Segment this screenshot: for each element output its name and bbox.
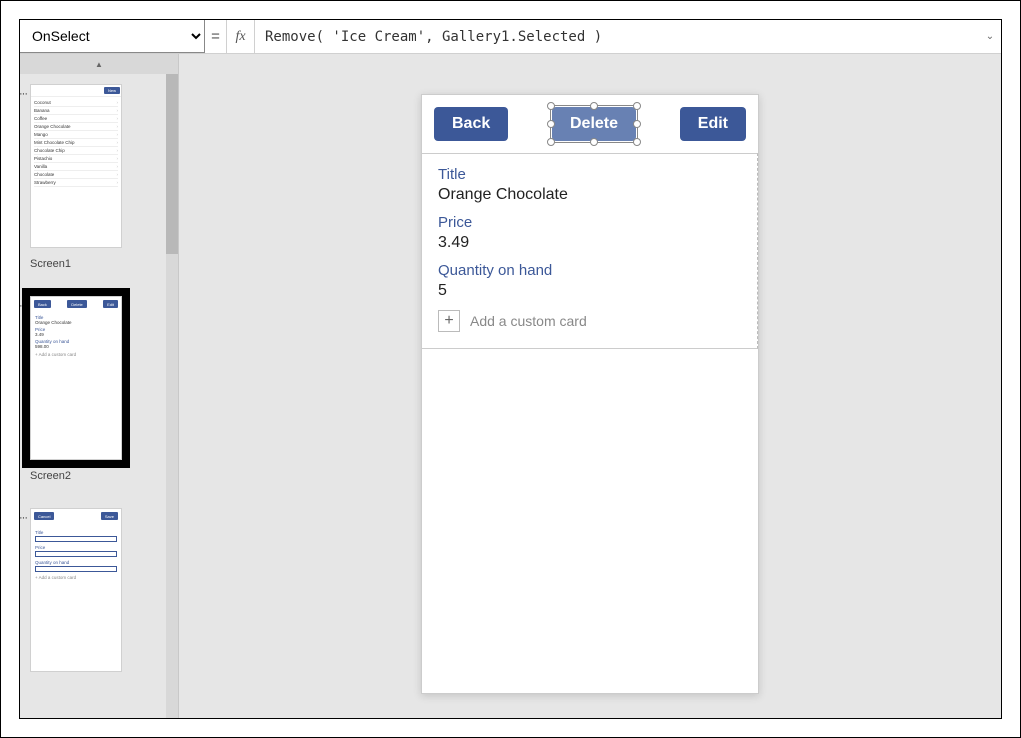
- screen-label[interactable]: Screen1: [30, 258, 160, 270]
- app-canvas[interactable]: Back Delete: [421, 94, 759, 694]
- resize-handle[interactable]: [547, 138, 555, 146]
- screen-thumbnail-2[interactable]: Back Delete Edit Title Orange Chocolate …: [30, 296, 122, 460]
- list-item: Chocolate Chip: [34, 147, 118, 155]
- formula-expand-icon[interactable]: ⌄: [979, 20, 1001, 53]
- list-item: Strawberry: [34, 179, 118, 187]
- scroll-up-icon[interactable]: ▲: [20, 54, 178, 74]
- list-item: Pistachio: [34, 155, 118, 163]
- screen-menu-icon[interactable]: ···: [20, 512, 27, 524]
- resize-handle[interactable]: [633, 138, 641, 146]
- price-label: Price: [438, 214, 741, 231]
- title-label: Title: [438, 166, 741, 183]
- equals-sign: =: [205, 20, 227, 53]
- screens-panel: ▲ ··· New CoconutBananaCoffeeOrange Choc…: [20, 54, 179, 718]
- delete-button[interactable]: Delete: [552, 107, 636, 141]
- list-item: Chocolate: [34, 171, 118, 179]
- list-item: Coffee: [34, 115, 118, 123]
- add-card-label: Add a custom card: [470, 313, 587, 329]
- new-button: New: [104, 87, 120, 94]
- list-item: Mango: [34, 131, 118, 139]
- scrollbar-thumb[interactable]: [166, 74, 178, 254]
- formula-bar: OnSelect = fx ⌄: [20, 20, 1001, 54]
- list-item: Coconut: [34, 99, 118, 107]
- resize-handle[interactable]: [547, 120, 555, 128]
- plus-icon: +: [438, 310, 460, 332]
- canvas-area: Back Delete: [179, 54, 1001, 718]
- detail-form[interactable]: Title Orange Chocolate Price 3.49 Quanti…: [422, 153, 758, 349]
- formula-input[interactable]: [255, 20, 979, 53]
- resize-handle[interactable]: [590, 138, 598, 146]
- screen-thumbnail-1[interactable]: New CoconutBananaCoffeeOrange ChocolateM…: [30, 84, 122, 248]
- price-value: 3.49: [438, 234, 741, 252]
- resize-handle[interactable]: [633, 102, 641, 110]
- resize-handle[interactable]: [590, 102, 598, 110]
- quantity-value: 5: [438, 282, 741, 300]
- back-button[interactable]: Back: [434, 107, 508, 141]
- edit-button[interactable]: Edit: [680, 107, 746, 141]
- list-item: Mint Chocolate Chip: [34, 139, 118, 147]
- list-item: Orange Chocolate: [34, 123, 118, 131]
- quantity-label: Quantity on hand: [438, 262, 741, 279]
- fx-icon[interactable]: fx: [227, 20, 255, 53]
- title-value: Orange Chocolate: [438, 186, 741, 204]
- resize-handle[interactable]: [547, 102, 555, 110]
- screen-menu-icon[interactable]: ···: [20, 88, 27, 100]
- screen-menu-icon[interactable]: ···: [20, 300, 27, 312]
- list-item: Vanilla: [34, 163, 118, 171]
- add-custom-card[interactable]: + Add a custom card: [438, 310, 741, 332]
- resize-handle[interactable]: [633, 120, 641, 128]
- screen-label[interactable]: Screen2: [30, 470, 160, 482]
- property-selector[interactable]: OnSelect: [20, 20, 205, 53]
- screen-thumbnail-3[interactable]: Cancel Save Title Price: [30, 508, 122, 672]
- list-item: Banana: [34, 107, 118, 115]
- scrollbar[interactable]: [166, 74, 178, 718]
